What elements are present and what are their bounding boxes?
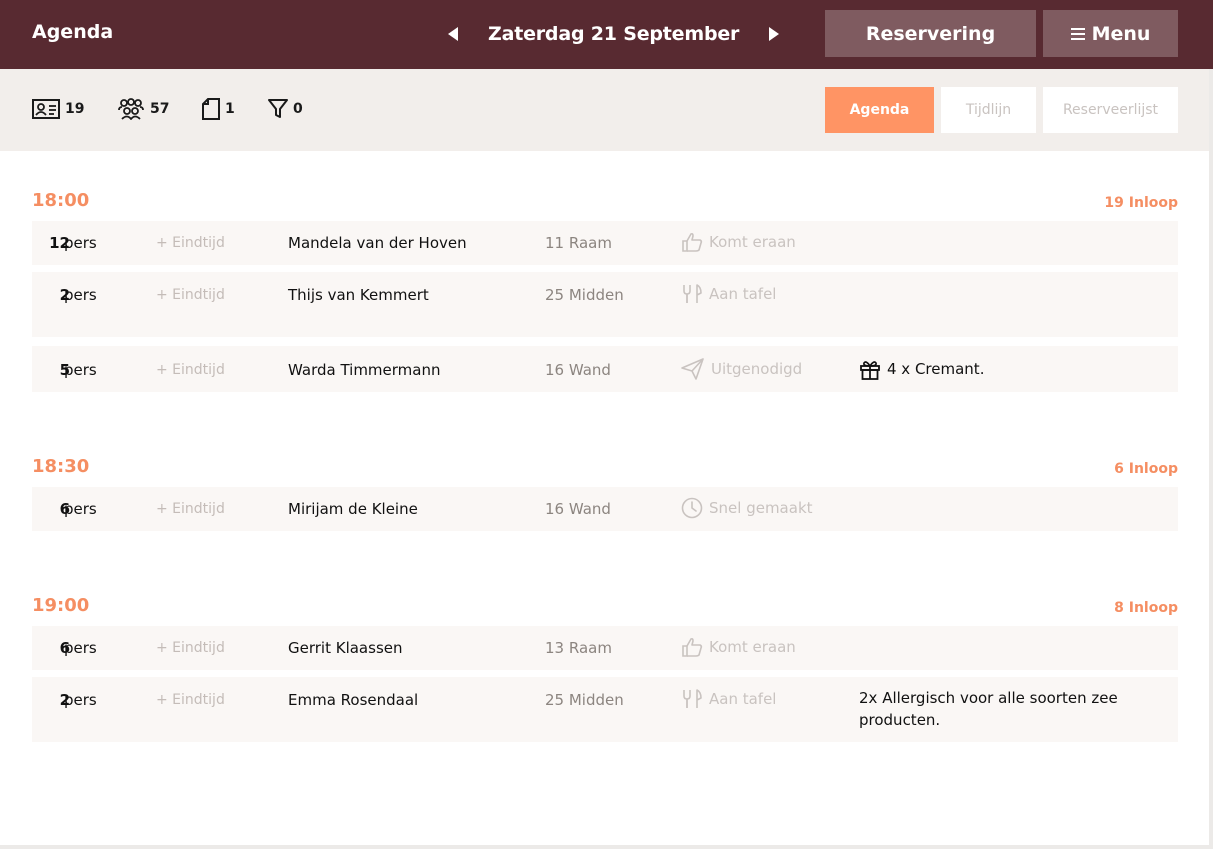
add-end-time-link[interactable]: + Eindtijd (156, 235, 225, 251)
reservation-row[interactable]: 5 pers + Eindtijd Warda Timmermann 16 Wa… (32, 346, 1178, 392)
time-slot-heading: 18:30 (32, 456, 90, 477)
hamburger-icon (1070, 27, 1085, 40)
table-assignment[interactable]: 16 Wand (545, 500, 611, 518)
status-label: Aan tafel (709, 690, 777, 708)
party-size-unit: pers (64, 691, 97, 709)
caret-left-icon (448, 27, 458, 41)
contact-card-icon (32, 99, 60, 119)
paper-plane-icon (681, 358, 704, 380)
guest-name[interactable]: Warda Timmermann (288, 361, 441, 379)
date-navigator: Zaterdag 21 September (440, 17, 787, 51)
reservation-row[interactable]: 2 pers + Eindtijd Thijs van Kemmert 25 M… (32, 272, 1178, 337)
page-edge (0, 845, 1213, 849)
gift-icon (860, 361, 880, 380)
notes-count: 1 (225, 101, 235, 117)
guests-count: 57 (150, 101, 170, 117)
table-assignment[interactable]: 13 Raam (545, 639, 612, 657)
thumbs-up-icon (682, 637, 703, 657)
note-text: 2x Allergisch voor alle soorten zee prod… (859, 689, 1118, 729)
menu-button[interactable]: Menu (1043, 10, 1178, 57)
previous-day-button[interactable] (440, 17, 466, 51)
tab-reserveerlijst-label: Reserveerlijst (1062, 102, 1159, 118)
new-reservation-label: Reservering (865, 22, 996, 45)
reservation-status[interactable]: Snel gemaakt (681, 497, 813, 519)
add-end-time-link[interactable]: + Eindtijd (156, 362, 225, 378)
reservation-status[interactable]: Uitgenodigd (681, 358, 802, 380)
cutlery-icon (683, 689, 702, 708)
party-size-unit: pers (64, 500, 97, 518)
status-label: Snel gemaakt (709, 499, 813, 517)
reservation-row[interactable]: 6 pers + Eindtijd Gerrit Klaassen 13 Raa… (32, 626, 1178, 670)
table-assignment[interactable]: 11 Raam (545, 234, 612, 252)
page-edge (1209, 69, 1213, 849)
time-slot-heading: 19:00 (32, 595, 90, 616)
tab-agenda[interactable]: Agenda (825, 87, 934, 133)
reservation-row[interactable]: 12 pers + Eindtijd Mandela van der Hoven… (32, 221, 1178, 265)
menu-label: Menu (1091, 22, 1151, 45)
add-end-time-link[interactable]: + Eindtijd (156, 501, 225, 517)
tab-tijdlijn-label: Tijdlijn (965, 102, 1012, 118)
current-date[interactable]: Zaterdag 21 September (466, 23, 761, 45)
reservation-status[interactable]: Komt eraan (681, 231, 796, 253)
reservations-count: 19 (65, 101, 85, 117)
table-assignment[interactable]: 25 Midden (545, 286, 624, 304)
table-assignment[interactable]: 25 Midden (545, 691, 624, 709)
reservation-note[interactable]: 2x Allergisch voor alle soorten zee prod… (859, 687, 1149, 731)
party-size-unit: pers (64, 286, 97, 304)
guests-count-stat[interactable]: 57 (117, 97, 169, 121)
party-size-unit: pers (64, 234, 97, 252)
party-size-unit: pers (64, 639, 97, 657)
note-text: 4 x Cremant. (887, 360, 985, 378)
tab-tijdlijn[interactable]: Tijdlijn (941, 87, 1036, 133)
filters-count-stat[interactable]: 0 (268, 97, 303, 121)
add-end-time-link[interactable]: + Eindtijd (156, 640, 225, 656)
note-icon (202, 98, 220, 120)
caret-right-icon (769, 27, 780, 41)
reservation-status[interactable]: Komt eraan (681, 636, 796, 658)
reservation-note[interactable]: 4 x Cremant. (859, 358, 1149, 381)
status-label: Uitgenodigd (711, 360, 803, 378)
stats-bar: 19 57 1 0 Agenda Tijdlijn Reserveerlijst (0, 69, 1210, 151)
guest-name[interactable]: Mirijam de Kleine (288, 500, 418, 518)
add-end-time-link[interactable]: + Eindtijd (156, 692, 225, 708)
status-label: Aan tafel (709, 285, 777, 303)
guest-name[interactable]: Mandela van der Hoven (288, 234, 467, 252)
walkin-count[interactable]: 6 Inloop (1114, 461, 1178, 477)
next-day-button[interactable] (761, 17, 787, 51)
party-size-unit: pers (64, 361, 97, 379)
tab-reserveerlijst[interactable]: Reserveerlijst (1043, 87, 1178, 133)
reservation-row[interactable]: 2 pers + Eindtijd Emma Rosendaal 25 Midd… (32, 677, 1178, 742)
filter-icon (268, 99, 288, 118)
notes-count-stat[interactable]: 1 (202, 97, 235, 121)
status-label: Komt eraan (709, 233, 796, 251)
reservation-status[interactable]: Aan tafel (681, 688, 776, 710)
tab-agenda-label: Agenda (849, 102, 910, 118)
add-end-time-link[interactable]: + Eindtijd (156, 287, 225, 303)
thumbs-up-icon (682, 232, 703, 252)
people-group-icon (118, 98, 144, 120)
filters-count: 0 (293, 101, 303, 117)
guest-name[interactable]: Thijs van Kemmert (288, 286, 429, 304)
reservations-count-stat[interactable]: 19 (32, 97, 84, 121)
guest-name[interactable]: Emma Rosendaal (288, 691, 418, 709)
page-title: Agenda (32, 21, 114, 43)
walkin-count[interactable]: 8 Inloop (1114, 600, 1178, 616)
guest-name[interactable]: Gerrit Klaassen (288, 639, 403, 657)
reservation-row[interactable]: 6 pers + Eindtijd Mirijam de Kleine 16 W… (32, 487, 1178, 531)
cutlery-icon (683, 284, 702, 303)
time-slot-heading: 18:00 (32, 190, 90, 211)
top-bar: Agenda Zaterdag 21 September Reservering… (0, 0, 1213, 69)
clock-icon (681, 497, 703, 519)
reservation-status[interactable]: Aan tafel (681, 283, 776, 305)
walkin-count[interactable]: 19 Inloop (1104, 195, 1178, 211)
table-assignment[interactable]: 16 Wand (545, 361, 611, 379)
new-reservation-button[interactable]: Reservering (825, 10, 1036, 57)
status-label: Komt eraan (709, 638, 796, 656)
